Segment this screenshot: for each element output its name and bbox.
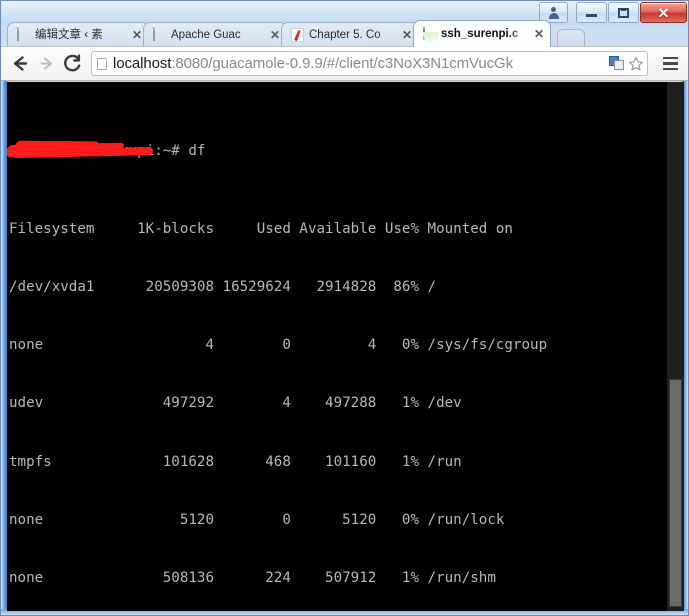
- terminal-output-line: tmpfs 101628 468 101160 1% /run: [9, 453, 462, 470]
- user-icon: [547, 6, 560, 19]
- minimize-icon: [586, 14, 597, 17]
- pen-icon: [291, 28, 304, 42]
- chrome-menu-button[interactable]: [658, 51, 682, 77]
- terminal-scrollbar-track[interactable]: [667, 82, 684, 611]
- forward-arrow-icon: [40, 57, 52, 70]
- forward-button[interactable]: [33, 51, 59, 77]
- guacamole-ssh-terminal[interactable]: root@xxxxxxxxxxpi:~# df Filesystem 1K-bl…: [7, 82, 667, 611]
- redaction-mark: [7, 143, 116, 158]
- reload-icon: [63, 54, 80, 72]
- bookmark-star-icon[interactable]: [627, 55, 644, 72]
- tab-strip: 编辑文章 ‹ 素 ✕ Apache Guac ✕ Chapter 5. Co ✕…: [1, 19, 688, 47]
- guacamole-icon: [423, 26, 436, 41]
- tab-label: 编辑文章 ‹ 素: [35, 29, 103, 41]
- tab-label: ssh_surenpi.c: [441, 28, 519, 40]
- page-info-icon[interactable]: [97, 57, 107, 70]
- page-content: root@xxxxxxxxxxpi:~# df Filesystem 1K-bl…: [7, 82, 684, 611]
- terminal-scrollbar-thumb[interactable]: [669, 379, 682, 607]
- close-icon: ✕: [657, 4, 670, 21]
- terminal-output-line: /dev/xvda1 20509308 16529624 2914828 86%…: [9, 279, 437, 296]
- tab-label: Chapter 5. Co: [309, 29, 381, 41]
- tab-edit-article[interactable]: 编辑文章 ‹ 素 ✕: [7, 22, 149, 47]
- tab-close-icon[interactable]: ✕: [130, 29, 144, 41]
- back-arrow-icon: [13, 56, 27, 71]
- tab-apache-guacamole[interactable]: Apache Guac ✕: [143, 22, 287, 47]
- back-button[interactable]: [7, 51, 33, 77]
- terminal-output-line: none 5120 0 5120 0% /run/lock: [9, 511, 505, 528]
- page-icon: [17, 27, 30, 42]
- hamburger-icon-bar: [662, 56, 678, 60]
- redacted-hostname: root@xxxxxxxxxxpi: [7, 142, 154, 161]
- prompt-suffix: :~#: [154, 143, 189, 160]
- new-tab-button[interactable]: [557, 29, 585, 47]
- tab-chapter-5[interactable]: Chapter 5. Co ✕: [281, 22, 419, 47]
- tab-ssh-surenpi[interactable]: ssh_surenpi.c ✕: [413, 20, 551, 47]
- address-bar[interactable]: localhost:8080/guacamole-0.9.9/#/client/…: [91, 51, 648, 76]
- url-path: :8080/guacamole-0.9.9/#/client/c3NoX3N1c…: [171, 55, 514, 72]
- terminal-command: df: [188, 143, 206, 160]
- terminal-output-line: none 4 0 4 0% /sys/fs/cgroup: [9, 337, 548, 354]
- url-text: localhost:8080/guacamole-0.9.9/#/client/…: [113, 54, 607, 73]
- tab-label: Apache Guac: [171, 29, 241, 41]
- url-host: localhost: [113, 55, 172, 72]
- reload-button[interactable]: [59, 51, 85, 77]
- terminal-header-line: Filesystem 1K-blocks Used Available Use%…: [9, 220, 513, 237]
- terminal-prompt-line: root@xxxxxxxxxxpi:~# df: [7, 142, 667, 161]
- terminal-output-line: none 508136 224 507912 1% /run/shm: [9, 570, 496, 587]
- address-bar-actions: [607, 55, 644, 72]
- hamburger-icon-bar: [662, 67, 678, 71]
- tab-close-icon[interactable]: ✕: [268, 29, 282, 41]
- tab-close-icon[interactable]: ✕: [532, 28, 546, 40]
- tab-close-icon[interactable]: ✕: [400, 29, 414, 41]
- browser-toolbar: localhost:8080/guacamole-0.9.9/#/client/…: [1, 46, 688, 81]
- maximize-icon: [618, 7, 629, 18]
- terminal-output-line: udev 497292 4 497288 1% /dev: [9, 395, 462, 412]
- browser-window: ✕ 编辑文章 ‹ 素 ✕ Apache Guac ✕ Chapter 5. Co…: [0, 0, 689, 616]
- translate-icon[interactable]: [609, 56, 625, 71]
- page-icon: [153, 27, 166, 42]
- hamburger-icon-bar: [662, 62, 678, 65]
